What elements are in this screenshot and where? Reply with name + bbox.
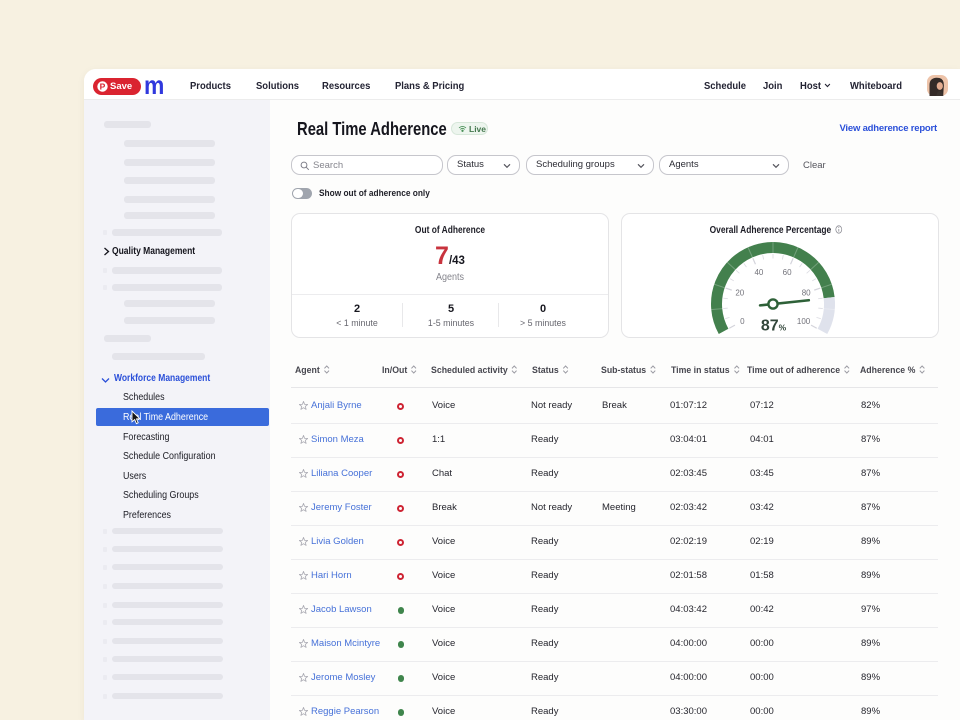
svg-text:40: 40 [754, 268, 763, 277]
svg-text:87%: 87% [761, 318, 787, 335]
svg-text:0: 0 [740, 317, 745, 326]
svg-text:100: 100 [797, 317, 811, 326]
svg-text:60: 60 [783, 268, 792, 277]
svg-text:P: P [100, 81, 106, 91]
svg-text:80: 80 [802, 289, 811, 298]
svg-text:20: 20 [735, 289, 744, 298]
